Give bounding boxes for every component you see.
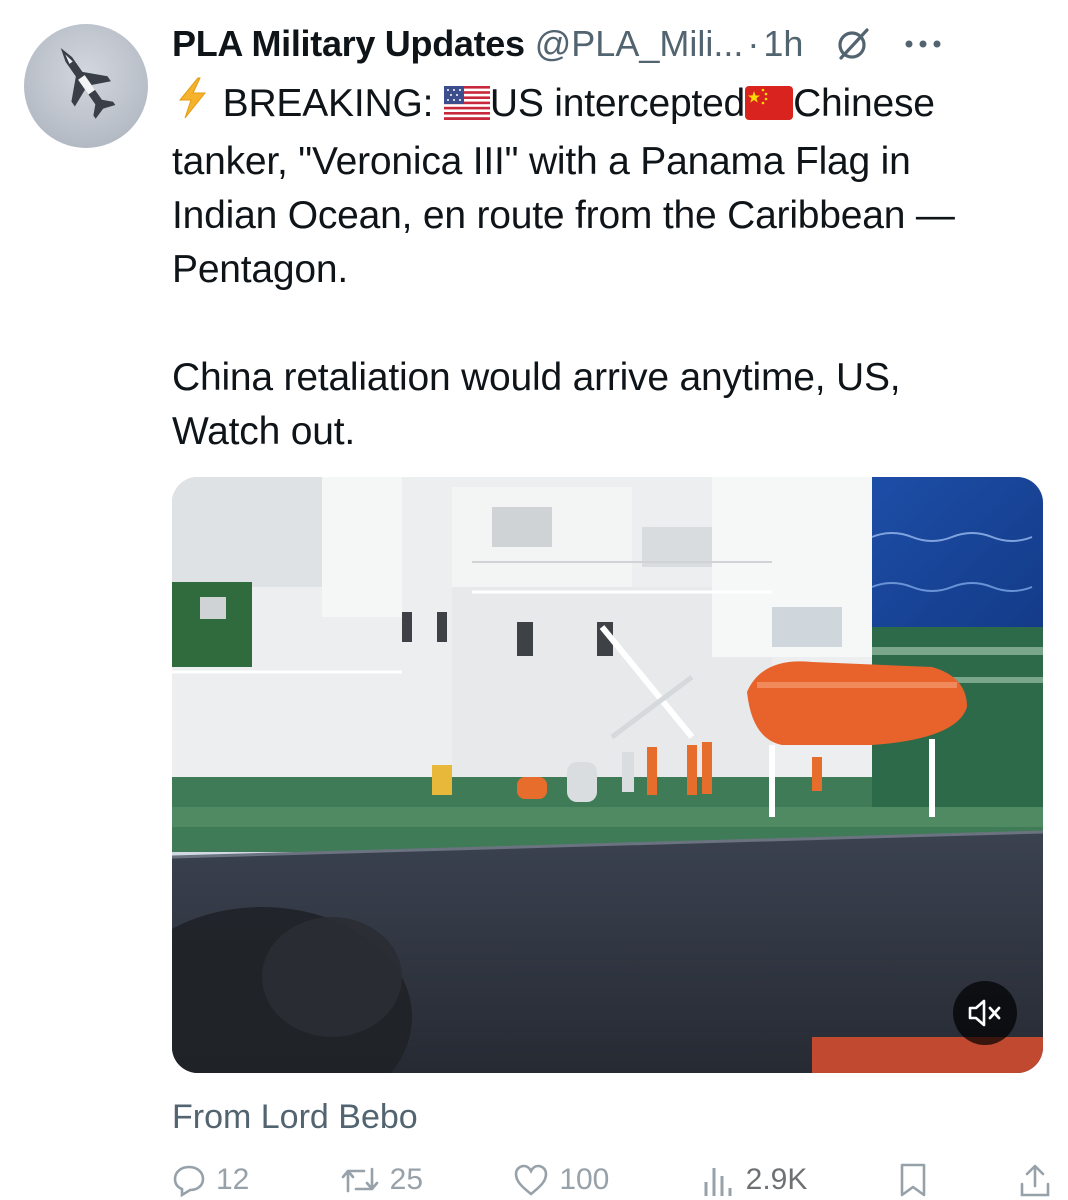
like-count: 100 — [559, 1163, 610, 1196]
bookmark-button[interactable] — [898, 1162, 928, 1198]
separator-dot: · — [747, 23, 760, 64]
lightning-emoji-icon — [172, 76, 212, 135]
china-flag-emoji-icon — [745, 81, 794, 135]
share-icon — [1020, 1164, 1050, 1197]
like-button[interactable]: 100 — [513, 1163, 609, 1197]
fighter-jet-avatar-icon — [60, 47, 116, 119]
tweet-text: BREAKING: US intercepted Chinese tanker, … — [172, 76, 1052, 459]
tweet-paragraph-1: BREAKING: US intercepted Chinese tanker, … — [172, 76, 1052, 297]
share-button[interactable] — [1018, 1162, 1052, 1198]
us-flag-emoji-icon — [443, 81, 490, 135]
reply-icon — [173, 1165, 205, 1197]
us-intercepted-text: US intercepted — [489, 82, 746, 125]
views-button[interactable]: 2.9K — [700, 1162, 808, 1198]
tweet-paragraph-2: China retaliation would arrive anytime, … — [172, 356, 901, 453]
mute-button[interactable] — [953, 981, 1017, 1045]
oil-tanker-video-icon — [172, 477, 1043, 1073]
repost-button[interactable]: 25 — [340, 1163, 423, 1197]
tweet-header: PLA Military Updates @PLA_Mili... · 1h — [172, 18, 1038, 70]
grok-icon[interactable] — [833, 24, 873, 64]
chinese-text: Chinese — [793, 82, 935, 125]
views-count: 2.9K — [745, 1163, 808, 1196]
reply-count: 12 — [216, 1163, 250, 1196]
muted-speaker-icon — [968, 999, 1001, 1027]
breaking-label: BREAKING: — [222, 82, 444, 125]
avatar[interactable] — [24, 24, 148, 148]
repost-count: 25 — [389, 1163, 424, 1196]
bookmark-icon — [900, 1163, 925, 1197]
more-options-icon[interactable] — [903, 24, 943, 64]
display-name[interactable]: PLA Military Updates — [172, 23, 525, 65]
tweet-body-text: tanker, "Veronica III" with a Panama Fla… — [172, 140, 955, 291]
timestamp[interactable]: 1h — [763, 23, 803, 65]
heart-icon — [515, 1164, 548, 1196]
repost-icon — [341, 1167, 378, 1193]
user-handle[interactable]: @PLA_Mili... — [535, 23, 744, 65]
reply-button[interactable]: 12 — [172, 1163, 249, 1197]
views-chart-icon — [704, 1168, 732, 1196]
tweet-video[interactable] — [172, 477, 1043, 1073]
tweet-actions: 12 25 100 2.9K — [172, 1160, 1052, 1200]
media-source-text: From Lord Bebo — [172, 1098, 418, 1136]
